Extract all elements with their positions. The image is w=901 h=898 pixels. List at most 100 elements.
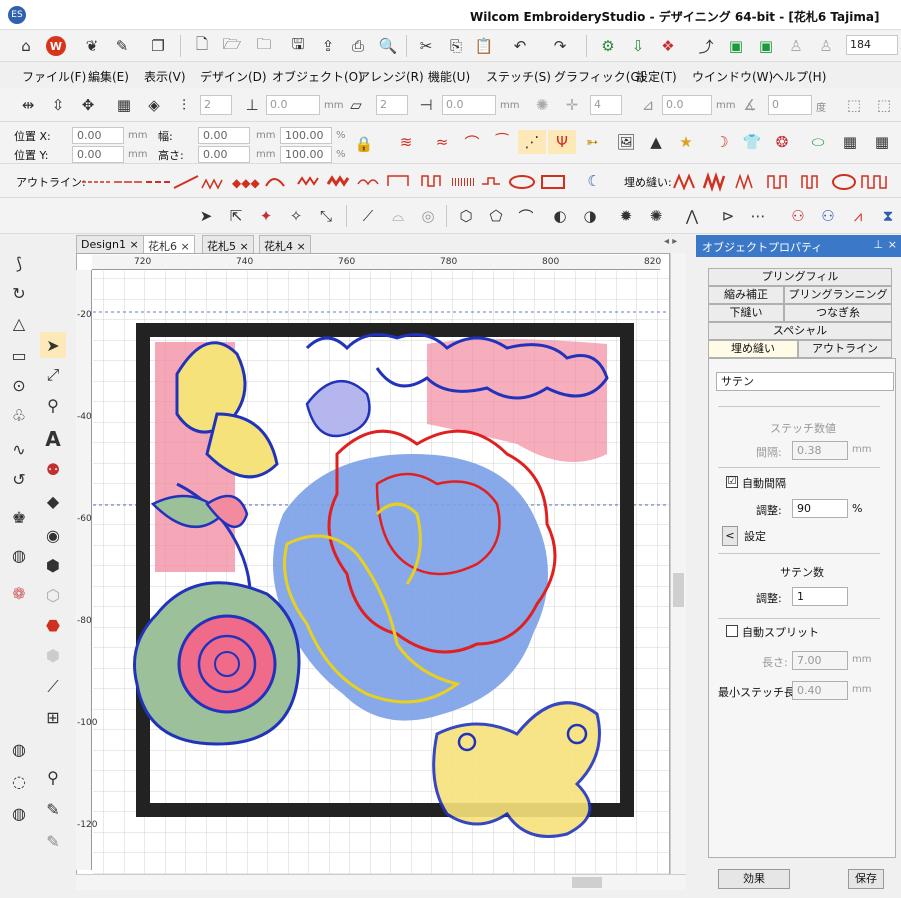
triangle-tool-icon[interactable]: △: [6, 310, 32, 336]
width-field[interactable]: 0.00: [198, 127, 250, 144]
design-canvas[interactable]: [76, 253, 670, 875]
close-icon[interactable]: ×: [129, 238, 138, 251]
loop-tool-icon[interactable]: ↺: [6, 466, 32, 492]
angle-field[interactable]: 0: [768, 95, 812, 115]
auto-spacing-checkbox[interactable]: ☑: [726, 476, 738, 488]
radial-fill2-icon[interactable]: ✺: [644, 204, 668, 228]
select-point-icon[interactable]: ⇱: [224, 204, 248, 228]
redo-icon[interactable]: ↷: [548, 34, 572, 58]
new-file-icon[interactable]: 🗋: [190, 34, 214, 58]
settings-arrow-button[interactable]: <: [722, 526, 738, 546]
open-recent-icon[interactable]: 🗀: [252, 34, 276, 58]
tab-shrink-comp[interactable]: 縮み補正: [708, 286, 784, 304]
mermaid-icon[interactable]: ☽: [708, 130, 736, 154]
people2-icon[interactable]: ⚇: [816, 204, 840, 228]
pin-icon[interactable]: ⊥: [873, 238, 883, 251]
star-icon[interactable]: ★: [672, 130, 700, 154]
satin-adjust-field[interactable]: 1: [792, 587, 848, 606]
radial-1-icon[interactable]: ✺: [530, 93, 554, 117]
copy-icon[interactable]: ⎘: [444, 34, 468, 58]
ring-icon[interactable]: ◎: [416, 204, 440, 228]
wilcom-logo-icon[interactable]: W: [44, 34, 68, 58]
rectangle-tool-icon[interactable]: ▭: [6, 342, 32, 368]
freehand-tool-icon[interactable]: ∿: [6, 436, 32, 462]
zoom-field[interactable]: 184: [846, 35, 898, 55]
people-icon[interactable]: ⚇: [786, 204, 810, 228]
save-icon[interactable]: 🖫: [286, 34, 310, 58]
vertical-scrollbar[interactable]: [670, 253, 686, 875]
offset-icon[interactable]: ⊿: [636, 93, 660, 117]
circle-target-icon[interactable]: ◉: [40, 522, 66, 548]
length-field[interactable]: 7.00: [792, 651, 848, 670]
overview-icon[interactable]: ◍: [6, 542, 32, 568]
cut-shape2-icon[interactable]: ◑: [578, 204, 602, 228]
settings-label[interactable]: 設定: [744, 528, 766, 544]
menu-help[interactable]: ヘルプ(H): [772, 68, 826, 85]
menu-stitch[interactable]: ステッチ(S): [486, 68, 551, 85]
send-machine-icon[interactable]: ⇩: [626, 34, 650, 58]
hex-nut-icon[interactable]: ⬢: [40, 552, 66, 578]
array-count-3[interactable]: 4: [590, 95, 622, 115]
close-icon[interactable]: ×: [240, 240, 249, 253]
monogram-icon[interactable]: ◍: [6, 736, 32, 762]
pos-y-field[interactable]: 0.00: [72, 146, 124, 163]
menu-settings[interactable]: 設定(T): [636, 68, 677, 85]
select-tool-icon[interactable]: ➤: [40, 332, 66, 358]
needle-tool-icon[interactable]: ⟋: [40, 674, 66, 700]
figure-icon[interactable]: ♙: [784, 34, 808, 58]
outline-styles[interactable]: ◆◆◆: [80, 170, 290, 192]
pick-tool-icon[interactable]: ⤢: [40, 362, 66, 388]
angle-icon[interactable]: ∡: [738, 93, 762, 117]
monogram-tool-icon[interactable]: ◆: [40, 488, 66, 514]
width-pct-field[interactable]: 100.00: [280, 127, 332, 144]
balloon-icon[interactable]: ❦: [80, 34, 104, 58]
spacing-v-icon[interactable]: ⊥: [240, 93, 264, 117]
spacing-field[interactable]: 0.38: [792, 441, 848, 460]
hex-grey-icon[interactable]: ⬢: [40, 642, 66, 668]
align-tool-icon[interactable]: ⊞: [40, 704, 66, 730]
adjust-field[interactable]: 90: [792, 499, 848, 518]
reshape-nodes-icon[interactable]: ⬡: [454, 204, 478, 228]
paste-icon[interactable]: 📋: [472, 34, 496, 58]
menu-window[interactable]: ウインドウ(W): [692, 68, 773, 85]
curve-icon[interactable]: ⁀: [488, 130, 516, 154]
cut-icon[interactable]: ✂: [414, 34, 438, 58]
export-icon[interactable]: ⇪: [316, 34, 340, 58]
array-radial-icon[interactable]: ◈: [142, 93, 166, 117]
menu-edit[interactable]: 編集(E): [88, 68, 129, 85]
array-count-1[interactable]: 2: [200, 95, 232, 115]
arc-icon[interactable]: ☾: [582, 169, 606, 193]
embroidery-artwork[interactable]: [77, 254, 670, 875]
tab-hanafuda4[interactable]: 花札4 ×: [259, 235, 311, 253]
shirt-icon[interactable]: 👕: [738, 130, 766, 154]
green-square2-icon[interactable]: ▣: [754, 34, 778, 58]
close-panel-icon[interactable]: ×: [888, 238, 897, 251]
green-square-icon[interactable]: ▣: [724, 34, 748, 58]
open-folder-icon[interactable]: 🗁: [220, 34, 244, 58]
array-count-2[interactable]: 2: [376, 95, 408, 115]
outline-styles-2[interactable]: [296, 170, 576, 192]
mirror-v-icon[interactable]: ⇳: [46, 93, 70, 117]
radial-fill-icon[interactable]: ✹: [614, 204, 638, 228]
wand-icon[interactable]: ✎: [110, 34, 134, 58]
min-stitch-field[interactable]: 0.40: [792, 681, 848, 700]
undo-icon[interactable]: ↶: [508, 34, 532, 58]
tab-design1[interactable]: Design1 ×: [76, 235, 144, 253]
pen-tool-icon[interactable]: ✎: [40, 796, 66, 822]
tab-pull-running[interactable]: プリングランニング: [784, 286, 892, 304]
array-spacing-2[interactable]: 0.0: [442, 95, 496, 115]
vertical-scroll-thumb[interactable]: [673, 573, 684, 607]
pen2-tool-icon[interactable]: ✎: [40, 828, 66, 854]
array-spacing-1[interactable]: 0.0: [266, 95, 320, 115]
running-icon[interactable]: ⋰: [518, 130, 546, 154]
menu-graphic[interactable]: グラフィック(G): [554, 68, 644, 85]
fish-icon[interactable]: ➳: [578, 130, 606, 154]
print-icon[interactable]: ⎙: [346, 34, 370, 58]
figure2-icon[interactable]: ♙: [814, 34, 838, 58]
fork-icon[interactable]: Ψ: [548, 130, 576, 154]
arc-nodes-icon[interactable]: ⌒: [514, 204, 538, 228]
array-slant-icon[interactable]: ▱: [344, 93, 368, 117]
mirror-h-icon[interactable]: ⇹: [16, 93, 40, 117]
grid2-icon[interactable]: ▦: [868, 130, 896, 154]
hoop-tool-icon[interactable]: ♚: [6, 504, 32, 530]
